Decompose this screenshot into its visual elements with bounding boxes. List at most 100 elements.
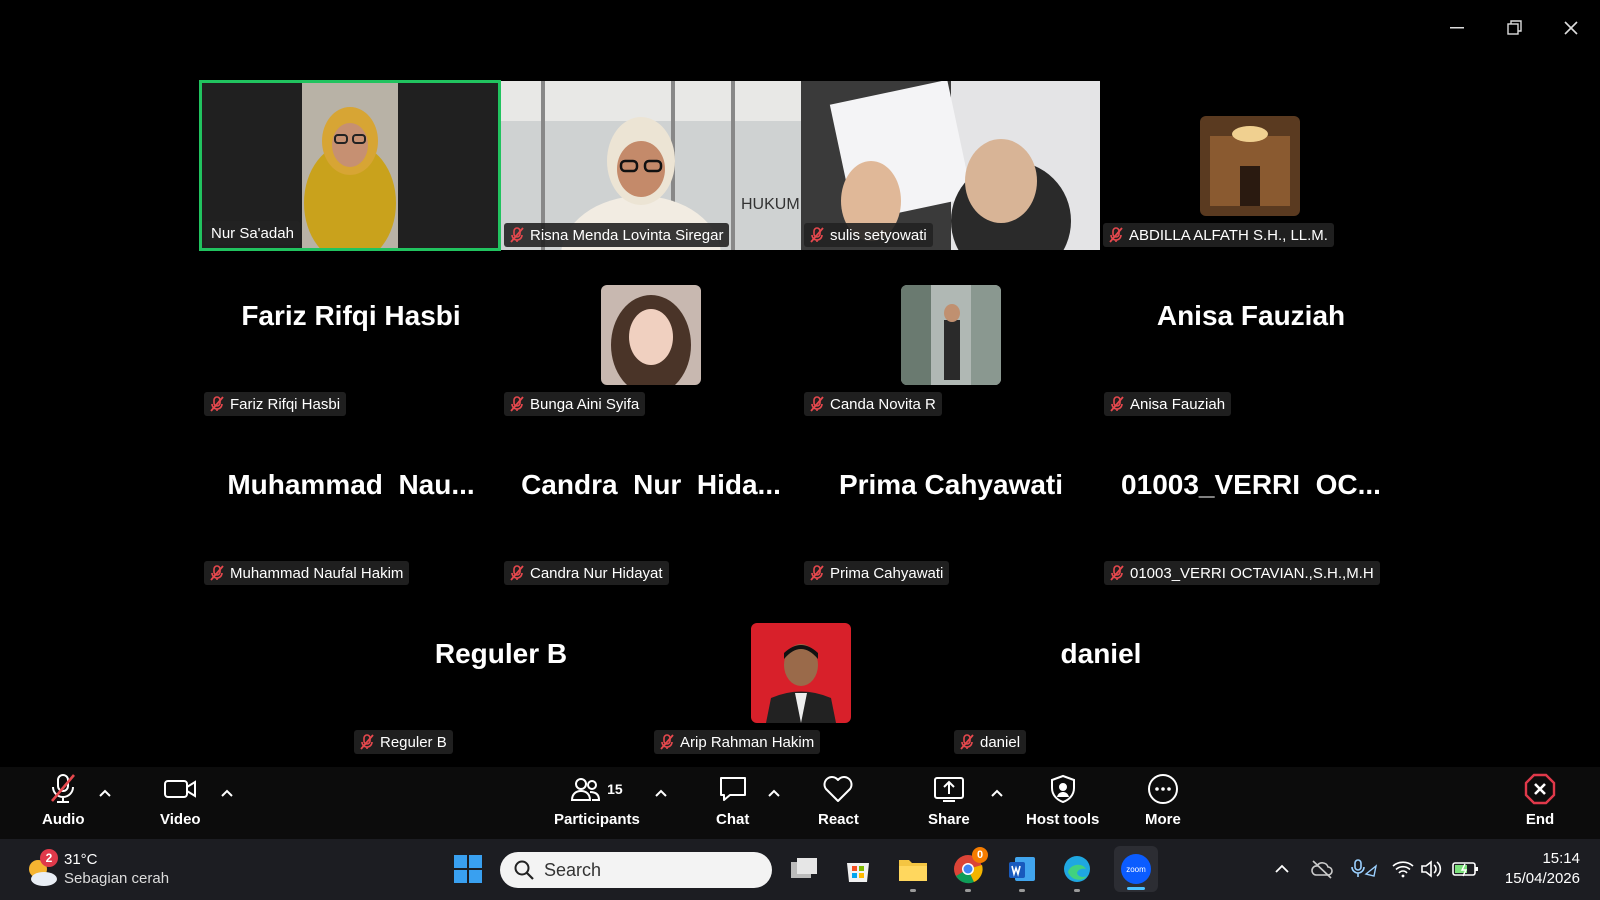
display-name: Fariz Rifqi Hasbi — [241, 300, 461, 331]
weather-widget[interactable]: 2 31°C Sebagian cerah — [24, 849, 204, 893]
more-button[interactable]: More — [1145, 773, 1181, 828]
heart-icon — [822, 773, 854, 805]
start-button[interactable] — [450, 851, 486, 887]
audio-options-chevron-icon[interactable] — [98, 787, 112, 801]
share-options-chevron-icon[interactable] — [990, 787, 1004, 801]
video-options-chevron-icon[interactable] — [220, 787, 234, 801]
svg-text:zoom: zoom — [1126, 865, 1146, 874]
running-indicator — [1074, 889, 1080, 892]
video-tile-risna[interactable]: HUKUM Risna Menda Lovinta Siregar — [501, 81, 801, 250]
tile-candra[interactable]: Candra Nur Hida... Candra Nur Hidayat — [501, 419, 801, 588]
participant-name: Nur Sa'adah — [211, 224, 294, 242]
muted-mic-icon — [1110, 565, 1124, 581]
participant-name: Candra Nur Hidayat — [530, 564, 663, 582]
weather-temperature: 31°C — [64, 851, 98, 868]
share-screen-icon — [933, 773, 965, 805]
taskbar-search-box[interactable]: Search — [500, 852, 772, 888]
tile-reguler-b[interactable]: Reguler B Reguler B — [351, 588, 651, 757]
participant-name: Reguler B — [380, 733, 447, 751]
cloud-offline-icon[interactable] — [1310, 859, 1334, 879]
host-tools-button[interactable]: Host tools — [1026, 773, 1099, 828]
word-button[interactable] — [1004, 851, 1040, 892]
more-options-icon — [1147, 773, 1179, 805]
tile-verri[interactable]: 01003_VERRI OC... 01003_VERRI OCTAVIAN.,… — [1101, 419, 1401, 588]
end-call-icon — [1524, 773, 1556, 805]
end-meeting-button[interactable]: End — [1524, 773, 1556, 828]
tile-bunga[interactable]: Bunga Aini Syifa — [501, 250, 801, 419]
chrome-button[interactable]: 0 — [950, 847, 988, 892]
react-button[interactable]: React — [818, 773, 859, 828]
avatar — [601, 285, 701, 385]
restore-button[interactable] — [1497, 14, 1533, 42]
tile-arip[interactable]: Arip Rahman Hakim — [651, 588, 951, 757]
chat-label: Chat — [716, 811, 750, 828]
display-name: Candra Nur Hida... — [521, 469, 781, 500]
participants-options-chevron-icon[interactable] — [654, 787, 668, 801]
close-button[interactable] — [1553, 14, 1589, 42]
task-view-button[interactable] — [786, 851, 822, 887]
running-indicator — [965, 889, 971, 892]
avatar — [1200, 116, 1300, 216]
svg-text:HUKUM: HUKUM — [741, 196, 800, 213]
name-tag: Risna Menda Lovinta Siregar — [504, 223, 730, 247]
tile-daniel[interactable]: daniel daniel — [951, 588, 1251, 757]
name-tag: Prima Cahyawati — [804, 561, 950, 585]
share-button[interactable]: Share — [928, 773, 970, 828]
tile-abdilla[interactable]: ABDILLA ALFATH S.H., LL.M. — [1100, 81, 1400, 250]
react-label: React — [818, 811, 859, 828]
video-tile-sulis[interactable]: sulis setyowati — [801, 81, 1100, 250]
minimize-button[interactable] — [1439, 14, 1475, 42]
muted-mic-icon — [810, 396, 824, 412]
clock[interactable]: 15:14 15/04/2026 — [1490, 850, 1580, 887]
chat-button[interactable]: Chat — [716, 773, 749, 828]
tile-anisa[interactable]: Anisa Fauziah Anisa Fauziah — [1101, 250, 1401, 419]
avatar — [751, 623, 851, 723]
video-tile-nur-saadah[interactable]: Nur Sa'adah — [199, 80, 501, 251]
zoom-button[interactable]: zoom — [1114, 846, 1158, 892]
file-explorer-button[interactable] — [895, 851, 931, 892]
zoom-icon: zoom — [1121, 854, 1151, 884]
participants-label: Participants — [554, 811, 640, 828]
tile-canda[interactable]: Canda Novita R — [801, 250, 1101, 419]
edge-button[interactable] — [1059, 851, 1095, 892]
name-tag: Anisa Fauziah — [1104, 392, 1232, 416]
audio-button[interactable]: Audio — [42, 773, 85, 828]
muted-mic-icon — [210, 565, 224, 581]
muted-mic-icon — [1109, 227, 1123, 243]
display-name: Reguler B — [434, 638, 568, 669]
folder-icon — [899, 860, 927, 881]
search-placeholder: Search — [544, 859, 602, 880]
word-icon — [1009, 857, 1035, 881]
muted-mic-icon — [360, 734, 374, 750]
participant-name: Prima Cahyawati — [830, 564, 944, 582]
active-app-indicator — [1127, 887, 1145, 890]
participants-button[interactable]: 15 Participants — [554, 773, 640, 828]
microphone-in-use-icon[interactable] — [1350, 858, 1378, 880]
name-tag: Fariz Rifqi Hasbi — [204, 392, 347, 416]
video-button[interactable]: Video — [160, 773, 201, 828]
participant-name: daniel — [980, 733, 1021, 751]
running-indicator — [1019, 889, 1025, 892]
display-name: 01003_VERRI OC... — [1121, 469, 1381, 500]
participant-name: Risna Menda Lovinta Siregar — [530, 226, 724, 244]
muted-mic-icon — [1110, 396, 1124, 412]
name-tag: Nur Sa'adah — [205, 221, 300, 245]
wifi-icon[interactable] — [1392, 860, 1414, 878]
clock-date: 15/04/2026 — [1504, 870, 1580, 887]
participant-name: 01003_VERRI OCTAVIAN.,S.H.,M.H — [1130, 564, 1374, 582]
video-label: Video — [160, 811, 201, 828]
show-hidden-icons-chevron-icon[interactable] — [1274, 862, 1290, 876]
tile-muhammad[interactable]: Muhammad Nau... Muhammad Naufal Hakim — [201, 419, 501, 588]
tile-prima[interactable]: Prima Cahyawati Prima Cahyawati — [801, 419, 1101, 588]
tile-fariz[interactable]: Fariz Rifqi Hasbi Fariz Rifqi Hasbi — [201, 250, 501, 419]
microsoft-store-button[interactable] — [840, 851, 876, 887]
battery-charging-icon[interactable] — [1452, 860, 1480, 878]
volume-icon[interactable] — [1420, 859, 1442, 879]
muted-mic-icon — [48, 773, 78, 805]
name-tag: 01003_VERRI OCTAVIAN.,S.H.,M.H — [1104, 561, 1380, 585]
avatar — [901, 285, 1001, 385]
muted-mic-icon — [960, 734, 974, 750]
chat-options-chevron-icon[interactable] — [767, 787, 781, 801]
participant-name: Muhammad Naufal Hakim — [230, 564, 404, 582]
muted-mic-icon — [810, 565, 824, 581]
